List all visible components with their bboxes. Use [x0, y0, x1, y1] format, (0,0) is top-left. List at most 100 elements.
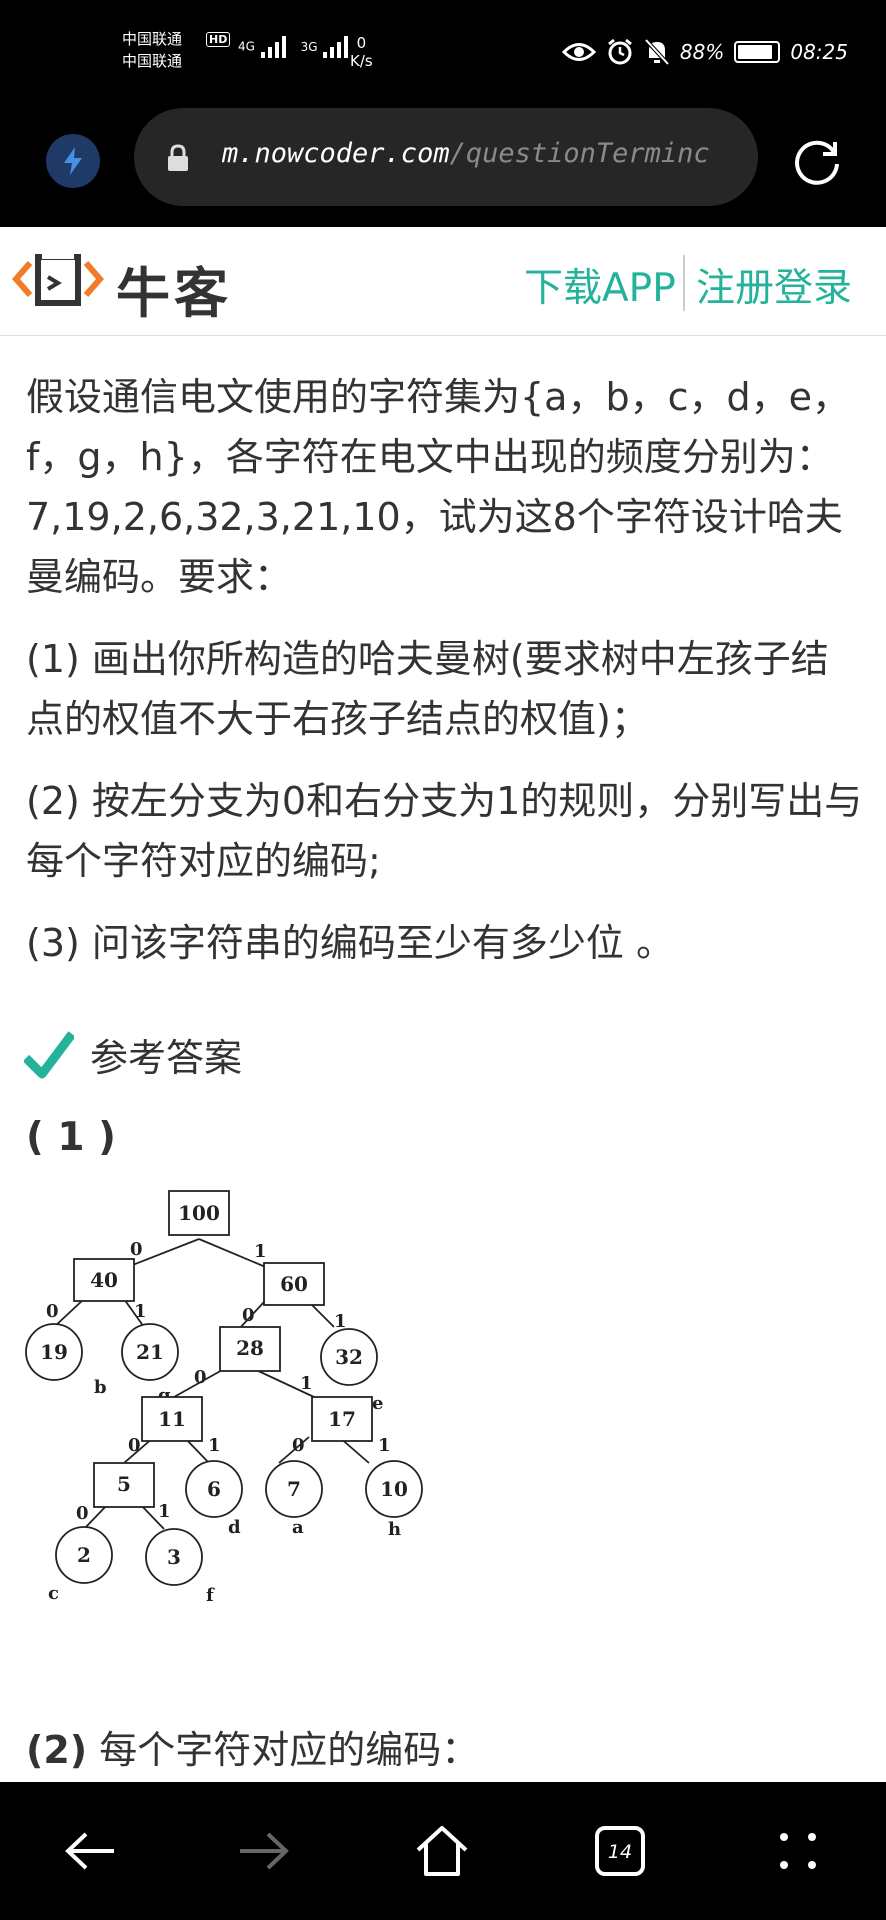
answer-part-2-heading: (2) 每个字符对应的编码： — [26, 1719, 479, 1774]
part2-text: 每个字符对应的编码： — [87, 1728, 480, 1772]
edge-label: 1 — [134, 1301, 147, 1322]
signal-icon — [260, 36, 286, 58]
web-page: 牛客 下载APP 注册登录 假设通信电文使用的字符集为{a，b，c，d，e，f，… — [0, 227, 886, 1782]
nowcoder-logo-icon[interactable] — [12, 247, 104, 311]
lock-icon — [168, 144, 188, 171]
tree-node: 11 — [141, 1396, 203, 1442]
brand-name[interactable]: 牛客 — [116, 249, 232, 328]
mute-bell-icon — [644, 38, 670, 66]
tree-node: 60 — [263, 1262, 325, 1306]
node-label: 2 — [77, 1543, 91, 1567]
question-part-3: (3) 问该字符串的编码至少有多少位 。 — [26, 921, 674, 965]
site-header: 牛客 下载APP 注册登录 — [0, 227, 886, 336]
tabs-button[interactable]: 14 — [580, 1782, 660, 1920]
question-body: 假设通信电文使用的字符集为{a，b，c，d，e，f，g，h}，各字符在电文中出现… — [26, 367, 866, 995]
home-button[interactable] — [402, 1782, 482, 1920]
part2-number: (2) — [26, 1728, 88, 1772]
node-label: 100 — [178, 1201, 220, 1225]
network-type-2: 3G — [300, 39, 318, 54]
node-label: 17 — [328, 1407, 356, 1431]
battery-percent: 88% — [679, 40, 725, 64]
url-text[interactable]: m.nowcoder.com/questionTerminc — [222, 138, 722, 169]
tree-node: 7a — [265, 1460, 323, 1538]
register-login-link[interactable]: 注册登录 — [696, 257, 852, 313]
node-label: 28 — [236, 1336, 264, 1360]
network-type-1: 4G — [238, 39, 255, 54]
edge-label: 1 — [334, 1311, 347, 1332]
leaf-char: e — [372, 1393, 383, 1414]
tree-node: 100 — [168, 1190, 230, 1236]
edge-label: 0 — [130, 1239, 143, 1260]
arrow-right-icon — [240, 1832, 289, 1870]
carrier-2: 中国联通 — [122, 52, 183, 70]
url-bar[interactable]: m.nowcoder.com/questionTerminc — [134, 108, 758, 206]
more-dots-icon — [780, 1833, 816, 1869]
edge-label: 1 — [300, 1373, 313, 1394]
leaf-char: a — [292, 1517, 304, 1538]
tree-node: 19 b — [25, 1323, 107, 1398]
battery-icon — [734, 41, 781, 63]
edge-label: 0 — [242, 1305, 255, 1326]
tree-node: 5 — [93, 1462, 155, 1508]
net-speed: 0 K/s — [350, 34, 373, 70]
svg-text:14: 14 — [608, 1841, 632, 1863]
node-label: 6 — [207, 1477, 221, 1501]
leaf-char: b — [94, 1377, 107, 1398]
forward-button[interactable] — [224, 1782, 304, 1920]
header-divider — [683, 255, 685, 311]
url-host: m.nowcoder.com — [222, 138, 450, 169]
eye-icon — [561, 43, 596, 61]
edge-label: 0 — [46, 1301, 59, 1322]
node-label: 5 — [117, 1472, 131, 1496]
refresh-icon[interactable] — [790, 134, 844, 188]
download-app-link[interactable]: 下载APP — [524, 257, 676, 313]
edge-label: 1 — [254, 1241, 267, 1262]
tree-node: 3f — [145, 1528, 215, 1606]
home-icon — [416, 1826, 468, 1876]
arrow-left-icon — [65, 1832, 114, 1870]
signal-indicators: 4G 3G — [238, 34, 351, 60]
tree-node: 21g — [121, 1323, 179, 1406]
tree-node: 10 h — [365, 1460, 423, 1540]
node-label: 40 — [90, 1268, 118, 1292]
bolt-icon[interactable] — [46, 134, 100, 188]
node-label: 21 — [136, 1340, 164, 1364]
answer-part-1-label: ( 1 ) — [26, 1115, 116, 1160]
answer-heading: 参考答案 — [24, 1027, 242, 1082]
node-label: 11 — [158, 1407, 186, 1431]
question-intro: 假设通信电文使用的字符集为{a，b，c，d，e，f，g，h}，各字符在电文中出现… — [26, 375, 850, 599]
edge-label: 1 — [208, 1435, 221, 1456]
checkmark-icon — [24, 1030, 74, 1078]
leaf-char: d — [228, 1517, 241, 1538]
leaf-char: f — [206, 1585, 215, 1606]
edge-label: 0 — [76, 1503, 89, 1524]
node-label: 3 — [167, 1545, 181, 1569]
url-path: /questionTerminc — [449, 138, 710, 169]
clock: 08:25 — [790, 40, 848, 64]
carrier-1: 中国联通 — [122, 30, 183, 48]
tree-node: 6d — [185, 1460, 243, 1538]
back-button[interactable] — [50, 1782, 130, 1920]
node-label: 60 — [280, 1272, 308, 1296]
edge-label: 0 — [128, 1435, 141, 1456]
tree-node: 28 — [219, 1326, 281, 1372]
signal-icon-2 — [323, 36, 349, 58]
status-bar: 中国联通 中国联通 HD 4G 3G 0 K/s 88% 08:25 — [0, 0, 886, 105]
huffman-tree-image: 100 40 60 19b 21g 28 32e 11 17 5 6d 7a 1… — [25, 1190, 423, 1606]
tabs-count-icon: 14 — [595, 1826, 645, 1876]
alarm-icon — [607, 38, 632, 65]
edge-label: 0 — [194, 1367, 207, 1388]
hd-badge: HD — [206, 32, 231, 47]
browser-bottom-bar: 14 — [0, 1782, 886, 1920]
carrier-labels: 中国联通 中国联通 — [122, 28, 182, 72]
question-part-1: (1) 画出你所构造的哈夫曼树(要求树中左孩子结点的权值不大于右孩子结点的权值)… — [26, 637, 829, 741]
tree-node: 2c — [48, 1526, 113, 1604]
menu-button[interactable] — [758, 1782, 838, 1920]
tree-node: 40 — [73, 1258, 135, 1302]
question-part-2: (2) 按左分支为0和右分支为1的规则，分别写出与每个字符对应的编码; — [26, 779, 863, 883]
leaf-char: c — [48, 1583, 59, 1604]
edge-label: 1 — [158, 1501, 171, 1522]
answer-heading-text: 参考答案 — [90, 1036, 243, 1080]
status-right: 88% 08:25 — [561, 38, 848, 66]
speed-unit: K/s — [350, 52, 373, 70]
